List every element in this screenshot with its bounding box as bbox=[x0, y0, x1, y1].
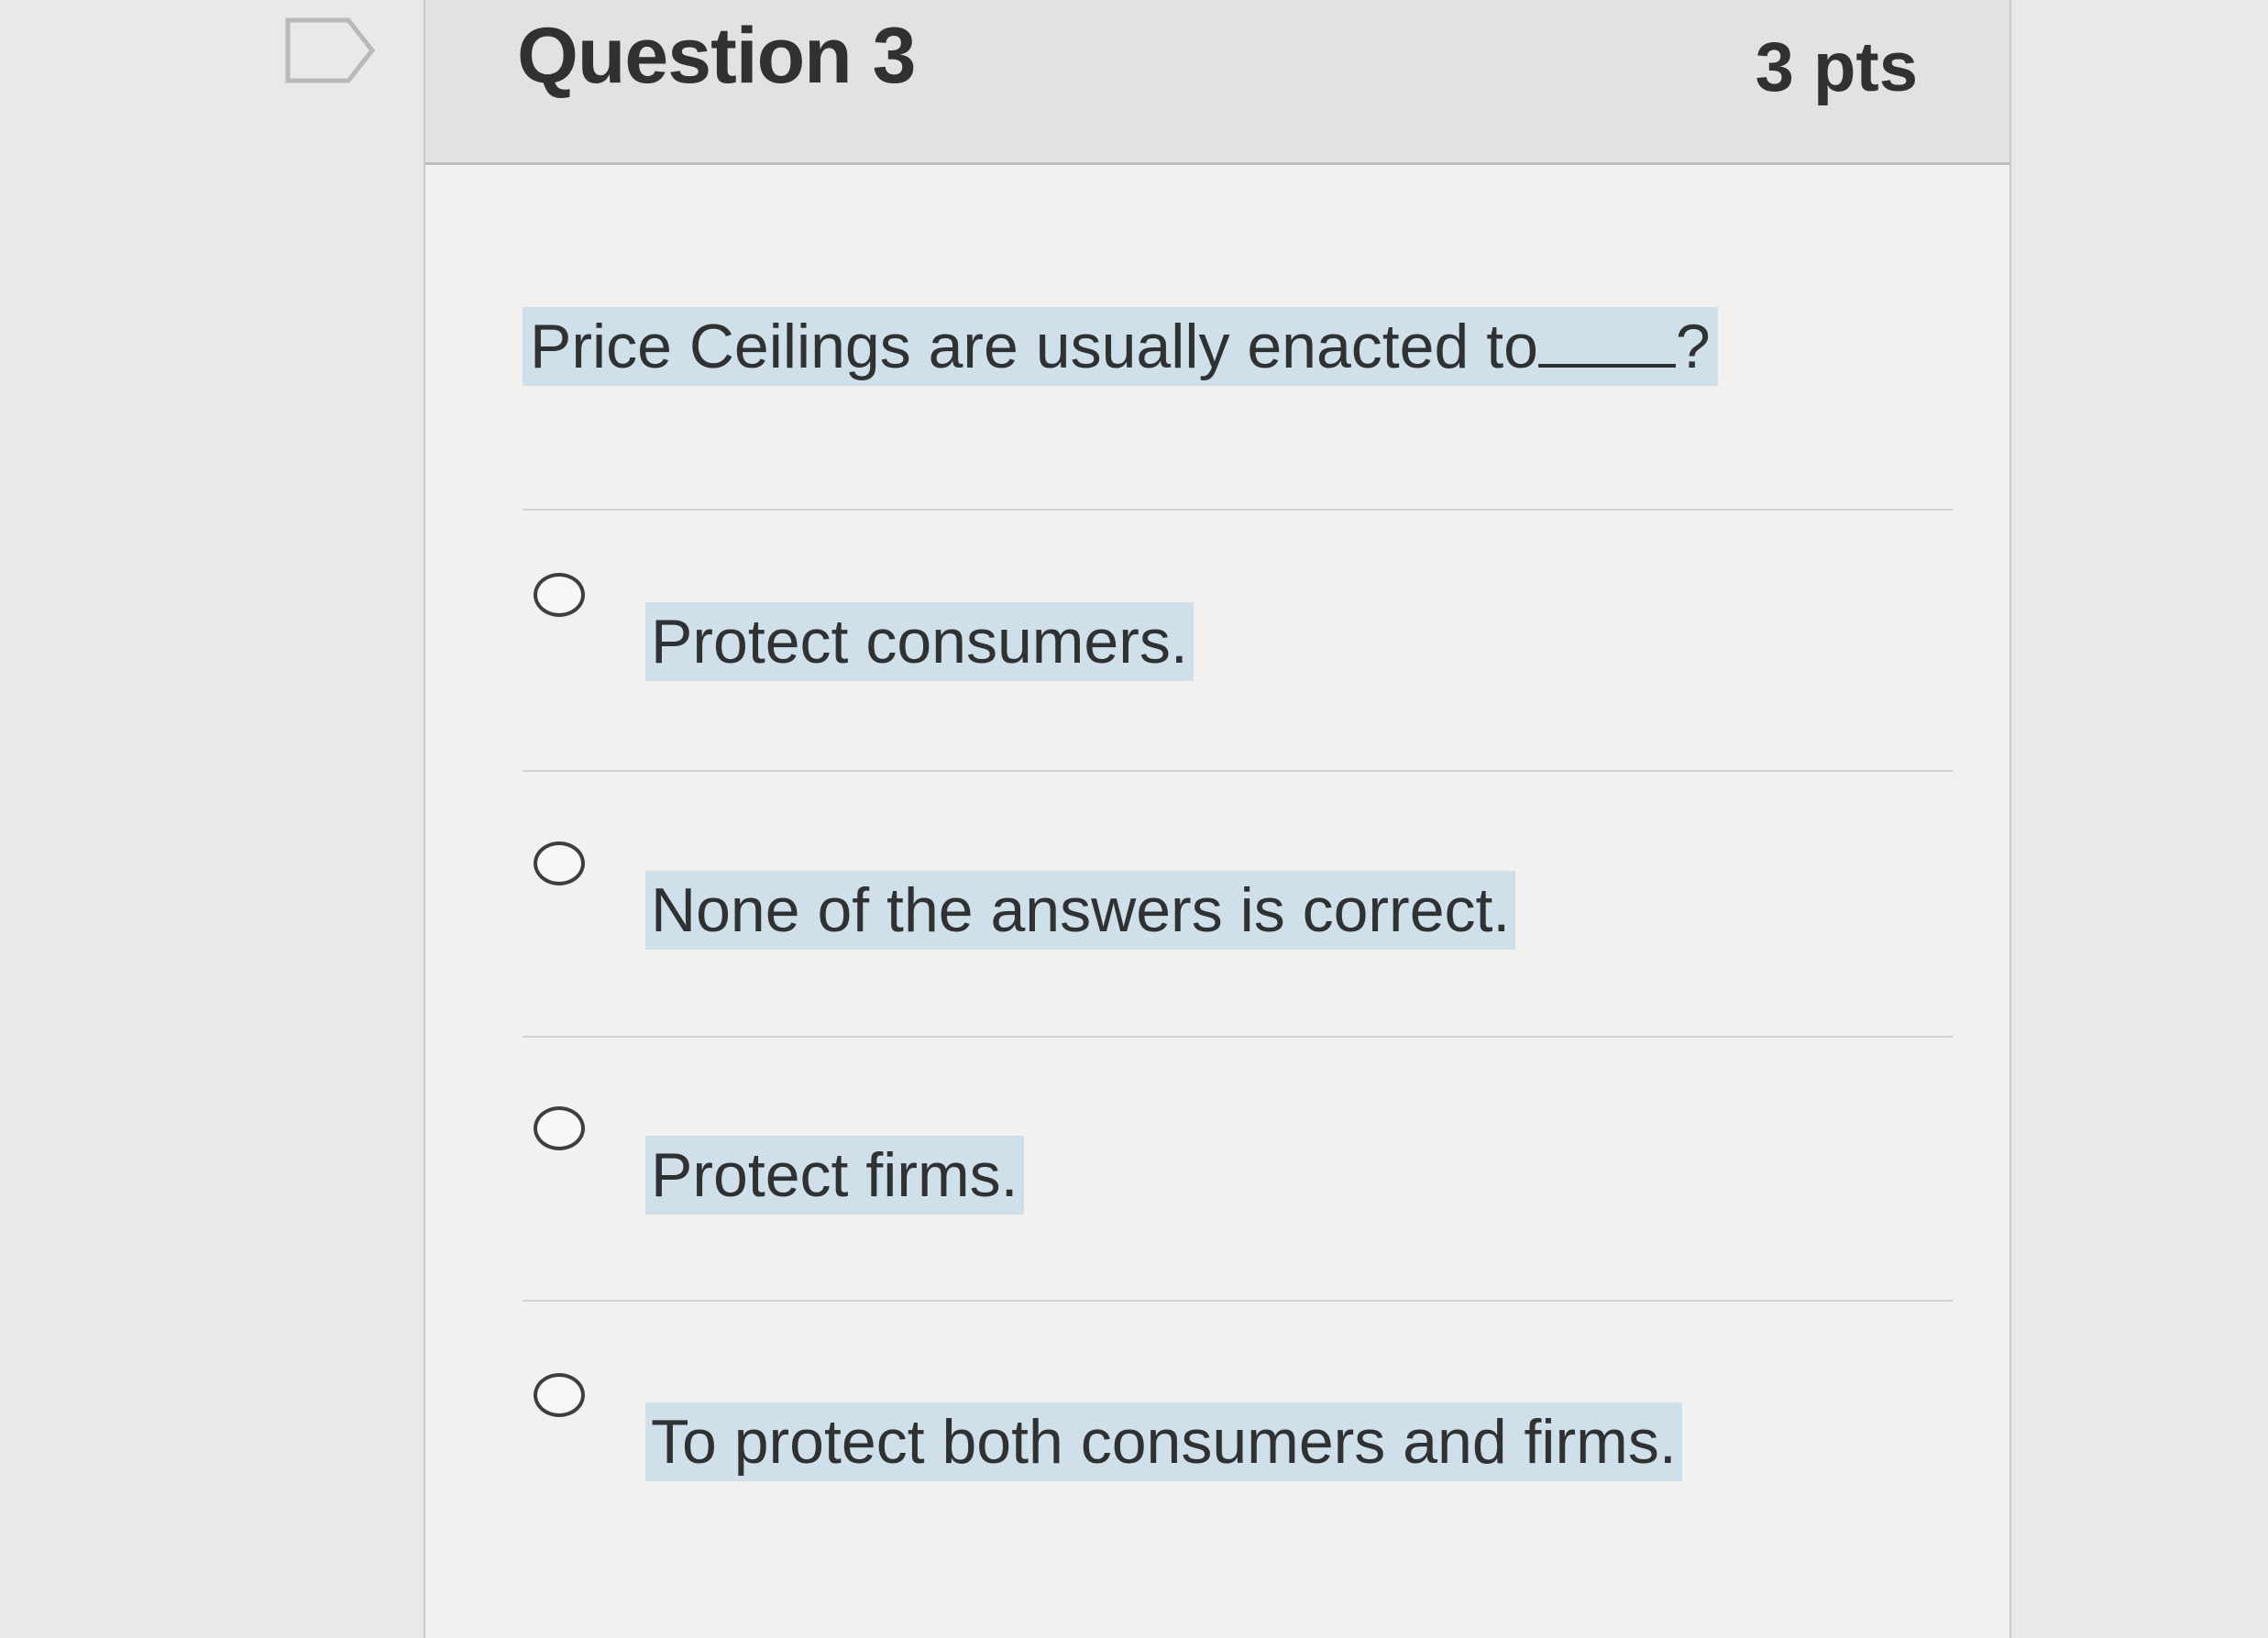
divider bbox=[523, 1036, 1953, 1038]
question-prompt-text: Price Ceilings are usually enacted to bbox=[530, 312, 1538, 381]
radio-button[interactable] bbox=[534, 573, 585, 617]
question-title: Question 3 bbox=[517, 12, 916, 100]
radio-button[interactable] bbox=[534, 841, 585, 885]
question-prompt-end: ? bbox=[1675, 312, 1711, 381]
divider bbox=[523, 770, 1953, 772]
answer-label: To protect both consumers and firms. bbox=[645, 1402, 1682, 1481]
answer-option-4[interactable]: To protect both consumers and firms. bbox=[534, 1373, 1909, 1511]
divider bbox=[523, 1300, 1953, 1302]
divider bbox=[523, 509, 1953, 511]
answer-label: Protect firms. bbox=[645, 1136, 1024, 1215]
answer-option-1[interactable]: Protect consumers. bbox=[534, 573, 1909, 710]
question-card: Question 3 3 pts Price Ceilings are usua… bbox=[424, 0, 2011, 1638]
answer-option-3[interactable]: Protect firms. bbox=[534, 1106, 1909, 1244]
answer-option-2[interactable]: None of the answers is correct. bbox=[534, 841, 1909, 979]
answer-label: Protect consumers. bbox=[645, 602, 1194, 681]
question-header: Question 3 3 pts bbox=[425, 0, 2009, 165]
radio-button[interactable] bbox=[534, 1106, 585, 1150]
radio-button[interactable] bbox=[534, 1373, 585, 1417]
flag-question-button[interactable] bbox=[284, 16, 376, 84]
answer-label: None of the answers is correct. bbox=[645, 871, 1516, 950]
flag-outline-icon bbox=[285, 17, 376, 83]
blank-line bbox=[1537, 318, 1676, 368]
question-points: 3 pts bbox=[1755, 28, 1918, 106]
question-prompt: Price Ceilings are usually enacted to? bbox=[523, 307, 1718, 386]
